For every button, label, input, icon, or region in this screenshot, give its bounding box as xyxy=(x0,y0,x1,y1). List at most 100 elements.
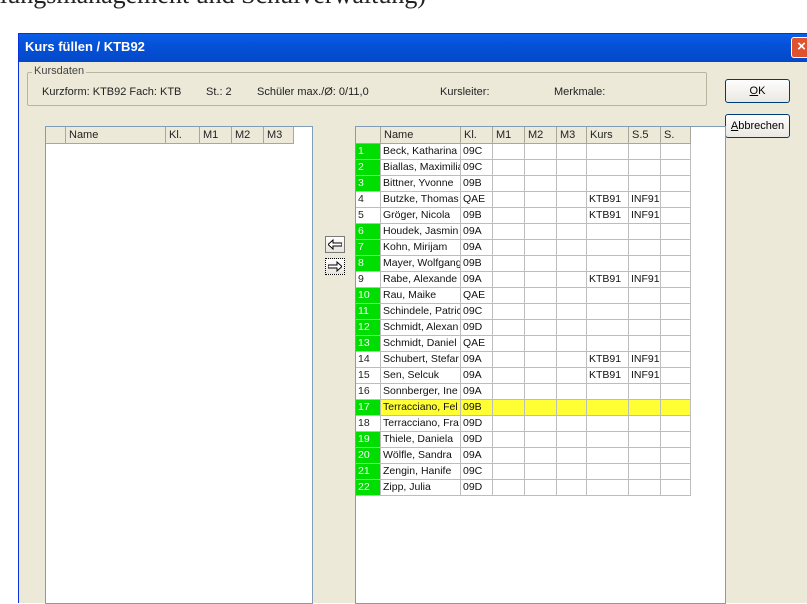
column-header-m2[interactable]: M2 xyxy=(232,127,264,144)
table-row[interactable]: 13 Schmidt, Daniel QAE xyxy=(356,336,691,352)
student-m3 xyxy=(557,432,587,448)
table-row[interactable]: 20 Wölfle, Sandra 09A xyxy=(356,448,691,464)
student-m3 xyxy=(557,160,587,176)
student-course xyxy=(587,144,629,160)
column-header-m1[interactable]: M1 xyxy=(200,127,232,144)
cancel-button[interactable]: Abbrechen xyxy=(725,114,790,138)
student-class: 09A xyxy=(461,448,493,464)
student-m2 xyxy=(525,176,557,192)
kurzform-label: Kurzform: KTB92 Fach: KTB xyxy=(42,86,182,98)
student-class: 09A xyxy=(461,240,493,256)
table-row[interactable]: 4 Butzke, Thomas QAE KTB91 INF91 xyxy=(356,192,691,208)
window-title: Kurs füllen / KTB92 xyxy=(25,39,145,54)
student-m1 xyxy=(493,272,525,288)
student-s5: INF91 xyxy=(629,368,661,384)
table-row[interactable]: 12 Schmidt, Alexan 09D xyxy=(356,320,691,336)
student-m3 xyxy=(557,144,587,160)
student-m1 xyxy=(493,368,525,384)
student-name: Sonnberger, Ine xyxy=(381,384,461,400)
row-number: 10 xyxy=(356,288,381,304)
remove-from-course-button[interactable] xyxy=(325,236,345,253)
student-m1 xyxy=(493,208,525,224)
table-row[interactable]: 10 Rau, Maike QAE xyxy=(356,288,691,304)
kursdaten-legend: Kursdaten xyxy=(32,65,87,77)
student-course xyxy=(587,160,629,176)
student-m2 xyxy=(525,352,557,368)
student-class: 09B xyxy=(461,208,493,224)
student-course xyxy=(587,256,629,272)
student-m1 xyxy=(493,144,525,160)
student-m2 xyxy=(525,336,557,352)
table-row[interactable]: 8 Mayer, Wolfgang 09B xyxy=(356,256,691,272)
student-course xyxy=(587,448,629,464)
column-header-klasse[interactable]: Kl. xyxy=(166,127,200,144)
student-s xyxy=(661,416,691,432)
table-row[interactable]: 16 Sonnberger, Ine 09A xyxy=(356,384,691,400)
student-class: QAE xyxy=(461,192,493,208)
column-header-name[interactable]: Name xyxy=(381,127,461,144)
student-course: KTB91 xyxy=(587,368,629,384)
student-name: Zengin, Hanife xyxy=(381,464,461,480)
student-m3 xyxy=(557,400,587,416)
table-row[interactable]: 21 Zengin, Hanife 09C xyxy=(356,464,691,480)
dialog-window: Kurs füllen / KTB92 × Kursdaten Kurzform… xyxy=(18,33,807,604)
available-students-list[interactable]: Name Kl. M1 M2 M3 xyxy=(45,126,313,604)
student-name: Gröger, Nicola xyxy=(381,208,461,224)
student-class: 09C xyxy=(461,160,493,176)
table-row[interactable]: 18 Terracciano, Fra 09D xyxy=(356,416,691,432)
student-m2 xyxy=(525,400,557,416)
student-m1 xyxy=(493,224,525,240)
student-course xyxy=(587,464,629,480)
student-m2 xyxy=(525,144,557,160)
course-students-list[interactable]: Name Kl. M1 M2 M3 Kurs S.5 S. 1 Beck, Kat… xyxy=(355,126,726,604)
student-m2 xyxy=(525,448,557,464)
ok-button[interactable]: OK xyxy=(725,79,790,103)
student-m3 xyxy=(557,176,587,192)
table-row[interactable]: 22 Zipp, Julia 09D xyxy=(356,480,691,496)
column-header-s5[interactable]: S.5 xyxy=(629,127,661,144)
table-row[interactable]: 9 Rabe, Alexande 09A KTB91 INF91 xyxy=(356,272,691,288)
table-row[interactable]: 15 Sen, Selcuk 09A KTB91 INF91 xyxy=(356,368,691,384)
student-class: 09A xyxy=(461,272,493,288)
column-header-m3[interactable]: M3 xyxy=(557,127,587,144)
student-s xyxy=(661,224,691,240)
student-m3 xyxy=(557,320,587,336)
table-row[interactable]: 7 Kohn, Mirijam 09A xyxy=(356,240,691,256)
student-m2 xyxy=(525,432,557,448)
column-header-klasse[interactable]: Kl. xyxy=(461,127,493,144)
student-m3 xyxy=(557,368,587,384)
table-row[interactable]: 11 Schindele, Patric 09C xyxy=(356,304,691,320)
column-header-s[interactable]: S. xyxy=(661,127,691,144)
table-row[interactable]: 2 Biallas, Maximilia 09C xyxy=(356,160,691,176)
student-name: Rabe, Alexande xyxy=(381,272,461,288)
column-header-m2[interactable]: M2 xyxy=(525,127,557,144)
table-row[interactable]: 1 Beck, Katharina 09C xyxy=(356,144,691,160)
table-row[interactable]: 14 Schubert, Stefar 09A KTB91 INF91 xyxy=(356,352,691,368)
column-header-m3[interactable]: M3 xyxy=(264,127,294,144)
student-s xyxy=(661,160,691,176)
add-to-course-button[interactable] xyxy=(325,258,345,275)
table-row[interactable]: 17 Terracciano, Fel 09B xyxy=(356,400,691,416)
table-row[interactable]: 6 Houdek, Jasmin 09A xyxy=(356,224,691,240)
column-header-kurs[interactable]: Kurs xyxy=(587,127,629,144)
student-s5: INF91 xyxy=(629,272,661,288)
student-m2 xyxy=(525,272,557,288)
student-class: 09A xyxy=(461,368,493,384)
close-icon: × xyxy=(797,38,806,55)
column-header-name[interactable]: Name xyxy=(66,127,166,144)
student-course xyxy=(587,384,629,400)
column-header-blank xyxy=(46,127,66,144)
student-name: Sen, Selcuk xyxy=(381,368,461,384)
table-row[interactable]: 19 Thiele, Daniela 09D xyxy=(356,432,691,448)
close-button[interactable]: × xyxy=(791,37,807,58)
student-course xyxy=(587,288,629,304)
student-class: QAE xyxy=(461,288,493,304)
student-course: KTB91 xyxy=(587,352,629,368)
student-m3 xyxy=(557,336,587,352)
table-row[interactable]: 3 Bittner, Yvonne 09B xyxy=(356,176,691,192)
title-bar[interactable]: Kurs füllen / KTB92 × xyxy=(19,34,807,62)
table-row[interactable]: 5 Gröger, Nicola 09B KTB91 INF91 xyxy=(356,208,691,224)
column-header-m1[interactable]: M1 xyxy=(493,127,525,144)
student-class: QAE xyxy=(461,336,493,352)
student-name: Schmidt, Daniel xyxy=(381,336,461,352)
